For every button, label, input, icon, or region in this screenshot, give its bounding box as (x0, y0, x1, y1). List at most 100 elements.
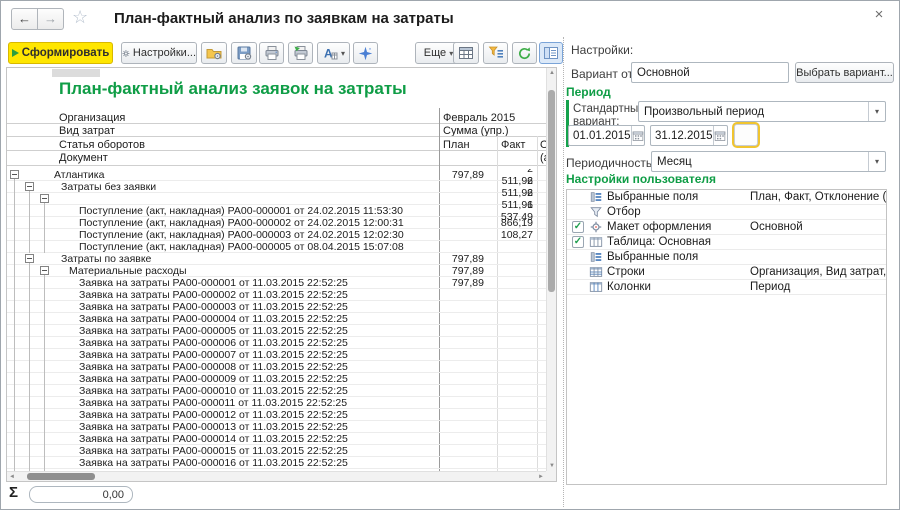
tree-gutter[interactable] (7, 433, 22, 445)
filter-sort-button[interactable] (483, 42, 508, 64)
user-setting-row[interactable]: ✓ Строки Организация, Вид затрат, Ста... (567, 265, 886, 280)
tree-gutter[interactable] (37, 325, 52, 337)
chevron-down-icon[interactable]: ▾ (868, 152, 885, 171)
tree-gutter[interactable] (37, 229, 52, 241)
back-button[interactable]: ← (11, 8, 38, 30)
report-row[interactable]: Заявка на затраты РА00-000007 от 11.03.2… (7, 349, 547, 361)
row-label-cell[interactable]: Атлантика (52, 169, 439, 181)
date-from-field[interactable]: 01.01.2015 (568, 125, 645, 146)
tree-gutter[interactable] (7, 277, 22, 289)
tree-gutter[interactable] (37, 265, 52, 277)
report-row[interactable]: Заявка на затраты РА00-000008 от 11.03.2… (7, 361, 547, 373)
horizontal-scroll-thumb[interactable] (27, 473, 95, 480)
row-label-cell[interactable]: Заявка на затраты РА00-000014 от 11.03.2… (52, 433, 439, 445)
generate-button[interactable]: Сформировать (8, 42, 113, 64)
tree-gutter[interactable] (7, 361, 22, 373)
tree-gutter[interactable] (22, 169, 37, 181)
tree-gutter[interactable] (37, 409, 52, 421)
row-plan-cell[interactable]: 797,89 (439, 277, 497, 289)
tree-gutter[interactable] (7, 205, 22, 217)
row-plan-cell[interactable]: 797,89 (439, 265, 497, 277)
save-variant-button[interactable] (231, 42, 257, 64)
tree-gutter[interactable] (7, 457, 22, 469)
report-row[interactable]: Заявка на затраты РА00-000006 от 11.03.2… (7, 337, 547, 349)
tree-gutter[interactable] (22, 313, 37, 325)
chevron-down-icon[interactable]: ▾ (868, 102, 885, 121)
row-label-cell[interactable]: Поступление (акт, накладная) РА00-000002… (52, 217, 439, 229)
tree-gutter[interactable] (22, 349, 37, 361)
report-row[interactable]: Заявка на затраты РА00-000005 от 11.03.2… (7, 325, 547, 337)
row-label-cell[interactable]: Заявка на затраты РА00-000011 от 11.03.2… (52, 397, 439, 409)
tree-gutter[interactable] (37, 277, 52, 289)
tree-gutter[interactable] (7, 373, 22, 385)
tree-gutter[interactable] (22, 373, 37, 385)
tree-gutter[interactable] (37, 337, 52, 349)
tree-gutter[interactable] (22, 277, 37, 289)
choose-variant-button[interactable]: Выбрать вариант... (795, 62, 894, 83)
report-row[interactable]: Заявка на затраты РА00-000010 от 11.03.2… (7, 385, 547, 397)
tree-gutter[interactable] (37, 361, 52, 373)
grid-view-button[interactable] (453, 42, 479, 64)
report-row[interactable]: Затраты без заявки 2 511,96 (7, 181, 547, 193)
report-row[interactable]: Атлантика 797,89 2 511,96 (7, 169, 547, 181)
row-label-cell[interactable]: Поступление (акт, накладная) РА00-000003… (52, 229, 439, 241)
print-preview-button[interactable] (288, 42, 313, 64)
row-label-cell[interactable]: Заявка на затраты РА00-000008 от 11.03.2… (52, 361, 439, 373)
report-row[interactable]: Заявка на затраты РА00-000003 от 11.03.2… (7, 301, 547, 313)
tree-gutter[interactable] (22, 253, 37, 265)
row-label-cell[interactable]: Заявка на затраты РА00-000002 от 11.03.2… (52, 289, 439, 301)
report-row[interactable]: Заявка на затраты РА00-000004 от 11.03.2… (7, 313, 547, 325)
row-label-cell[interactable]: Заявка на затраты РА00-000013 от 11.03.2… (52, 421, 439, 433)
row-label-cell[interactable]: Поступление (акт, накладная) РА00-000001… (52, 205, 439, 217)
calendar-icon[interactable] (713, 126, 727, 145)
scroll-up-icon[interactable]: ▲ (547, 70, 557, 76)
row-label-cell[interactable]: Заявка на затраты РА00-000004 от 11.03.2… (52, 313, 439, 325)
tree-gutter[interactable] (22, 241, 37, 253)
tree-gutter[interactable] (37, 241, 52, 253)
tree-gutter[interactable] (37, 181, 52, 193)
vertical-scroll-thumb[interactable] (548, 90, 555, 292)
tree-gutter[interactable] (22, 325, 37, 337)
row-label-cell[interactable]: Заявка на затраты РА00-000015 от 11.03.2… (52, 445, 439, 457)
row-plan-cell[interactable]: 797,89 (439, 169, 497, 181)
setting-checkbox[interactable]: ✓ (567, 221, 589, 233)
row-label-cell[interactable]: Затраты без заявки (52, 181, 439, 193)
tree-gutter[interactable] (22, 229, 37, 241)
favorite-star-icon[interactable]: ☆ (72, 7, 88, 28)
row-fact-cell[interactable]: 866,19 (497, 217, 537, 229)
tree-gutter[interactable] (22, 193, 37, 205)
tree-gutter[interactable] (37, 169, 52, 181)
row-label-cell[interactable]: Поступление (акт, накладная) РА00-000005… (52, 241, 439, 253)
tree-gutter[interactable] (37, 301, 52, 313)
scroll-right-icon[interactable]: ► (536, 474, 546, 480)
row-label-cell[interactable]: Материальные расходы (52, 265, 439, 277)
settings-button[interactable]: Настройки... (121, 42, 197, 64)
report-row[interactable]: Поступление (акт, накладная) РА00-000001… (7, 205, 547, 217)
report-row[interactable]: Заявка на затраты РА00-000011 от 11.03.2… (7, 397, 547, 409)
standard-period-dropdown[interactable]: Произвольный период ▾ (638, 101, 886, 122)
date-to-field[interactable]: 31.12.2015 (650, 125, 728, 146)
row-fact-cell[interactable]: 108,27 (497, 229, 537, 241)
tree-gutter[interactable] (7, 169, 22, 181)
magic-wand-button[interactable] (353, 42, 378, 64)
sum-total-field[interactable] (29, 486, 133, 503)
calendar-icon[interactable] (631, 126, 644, 145)
tree-gutter[interactable] (37, 397, 52, 409)
tree-gutter[interactable] (37, 385, 52, 397)
close-icon[interactable]: × (870, 6, 888, 23)
tree-gutter[interactable] (22, 361, 37, 373)
report-row[interactable]: Поступление (акт, накладная) РА00-000002… (7, 217, 547, 229)
scroll-left-icon[interactable]: ◄ (7, 474, 17, 480)
panel-divider[interactable] (563, 37, 564, 507)
row-plan-cell[interactable]: 797,89 (439, 253, 497, 265)
tree-gutter[interactable] (7, 181, 22, 193)
tree-gutter[interactable] (7, 193, 22, 205)
tree-gutter[interactable] (22, 217, 37, 229)
row-label-cell[interactable]: Заявка на затраты РА00-000006 от 11.03.2… (52, 337, 439, 349)
tree-gutter[interactable] (37, 253, 52, 265)
setting-checkbox[interactable]: ✓ (567, 236, 589, 248)
tree-gutter[interactable] (7, 301, 22, 313)
tree-gutter[interactable] (22, 385, 37, 397)
tree-gutter[interactable] (22, 205, 37, 217)
scroll-down-icon[interactable]: ▼ (547, 463, 557, 469)
